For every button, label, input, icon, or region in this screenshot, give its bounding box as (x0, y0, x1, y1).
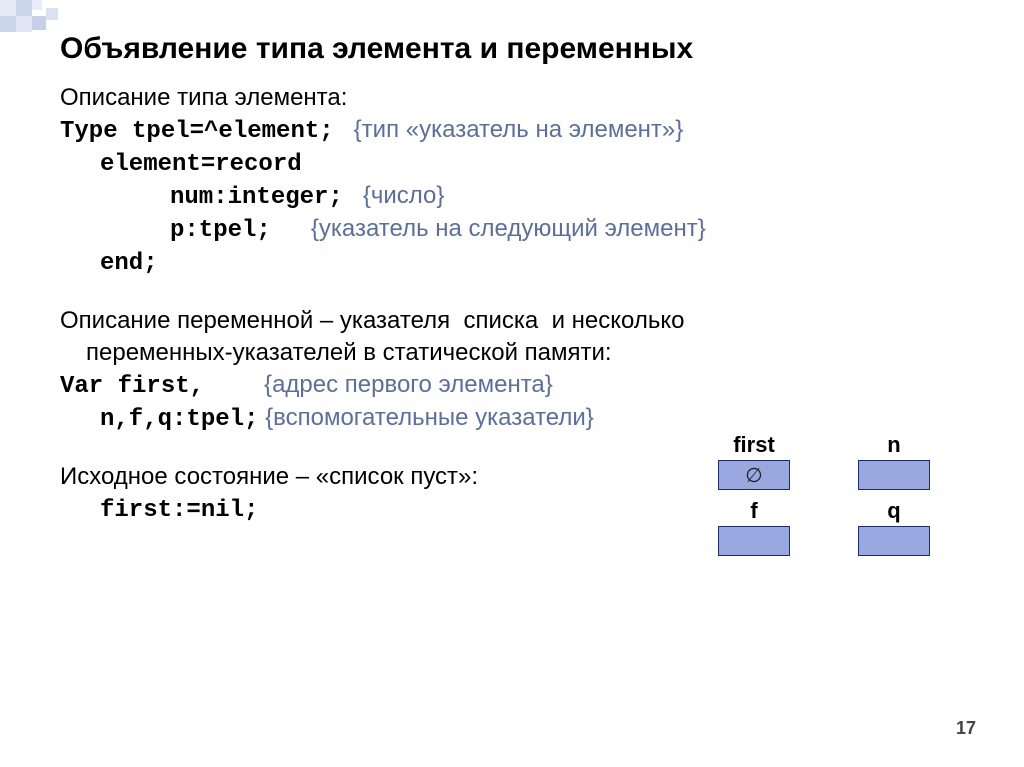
desc-var-2: переменных-указателей в статической памя… (86, 339, 984, 367)
box-label-first: first (714, 432, 794, 458)
box-f (718, 526, 790, 556)
box-q (858, 526, 930, 556)
var-line-2: n,f,q:tpel; {вспомогательные указатели} (100, 404, 984, 433)
code-line-5: end; (100, 248, 984, 277)
code-comment: {указатель на следующий элемент} (311, 215, 706, 242)
code-text: element=record (100, 151, 302, 178)
code-text: num:integer; (170, 184, 343, 211)
code-line-2: element=record (100, 149, 984, 178)
var-line-1: Var first, {адрес первого элемента} (60, 371, 984, 400)
slide-title: Объявление типа элемента и переменных (60, 32, 984, 66)
code-text: n,f,q:tpel; (100, 406, 258, 433)
code-comment: {вспомогательные указатели} (265, 404, 594, 431)
box-n (858, 460, 930, 490)
code-text: first:=nil; (100, 497, 258, 524)
code-line-3: num:integer; {число} (170, 182, 984, 211)
code-comment: {тип «указатель на элемент»} (354, 116, 684, 143)
empty-set-icon: ∅ (745, 463, 762, 488)
code-text: end; (100, 250, 158, 277)
box-first: ∅ (718, 460, 790, 490)
box-label-q: q (854, 498, 934, 524)
code-text: Type tpel=^element; (60, 118, 334, 145)
memory-diagram: first ∅ n f q (714, 432, 974, 564)
code-text: p:tpel; (170, 217, 271, 244)
code-line-1: Type tpel=^element; {тип «указатель на э… (60, 116, 984, 145)
desc-var-1: Описание переменной – указателя списка и… (60, 307, 984, 335)
desc-type: Описание типа элемента: (60, 84, 984, 112)
code-comment: {адрес первого элемента} (264, 371, 553, 398)
page-number: 17 (956, 718, 976, 739)
code-text: Var first, (60, 373, 204, 400)
code-comment: {число} (363, 182, 445, 209)
code-line-4: p:tpel; {указатель на следующий элемент} (170, 215, 984, 244)
box-label-f: f (714, 498, 794, 524)
box-label-n: n (854, 432, 934, 458)
